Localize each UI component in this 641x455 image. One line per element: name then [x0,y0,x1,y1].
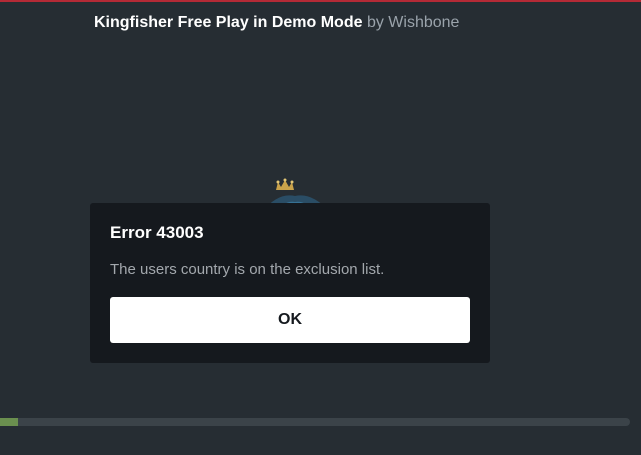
ok-button[interactable]: OK [110,297,470,343]
error-dialog: Error 43003 The users country is on the … [90,203,490,363]
error-message: The users country is on the exclusion li… [110,261,385,278]
crown-icon [276,178,294,190]
loading-progress-fill [0,418,18,426]
error-title: Error 43003 [110,223,204,242]
provider-label: by Wishbone [366,14,460,31]
game-title-bar: Kingfisher Free Play in Demo Mode by Wis… [94,13,459,33]
loading-progress-bar [0,418,630,426]
game-title: Kingfisher Free Play in Demo Mode [94,14,363,31]
top-accent-bar [0,0,641,2]
